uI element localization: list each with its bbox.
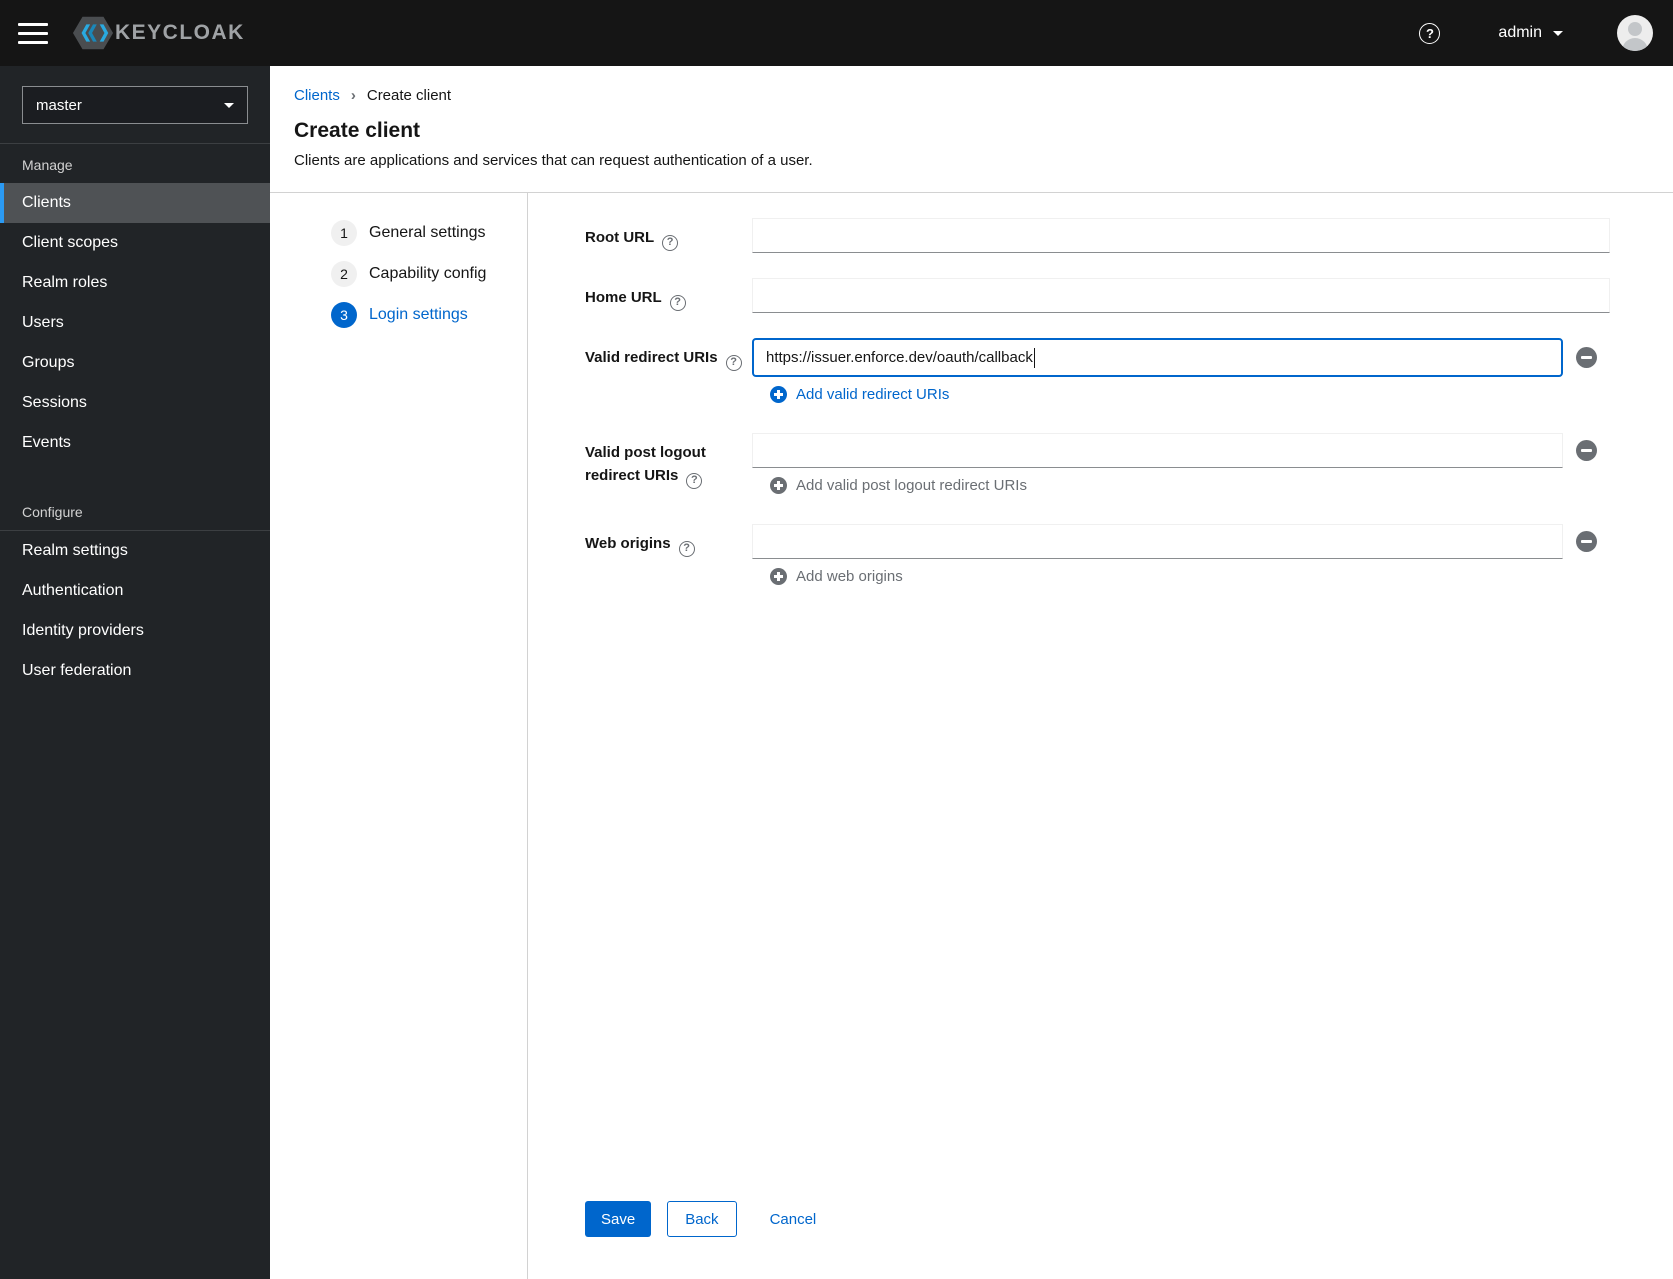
step-number: 3 — [331, 301, 357, 328]
web-origins-row: Web origins? Add web origins — [585, 524, 1610, 590]
page-header: Clients › Create client Create client Cl… — [270, 66, 1673, 169]
remove-web-origin-button[interactable] — [1576, 531, 1597, 552]
save-button[interactable]: Save — [585, 1201, 652, 1237]
sidebar-item-users[interactable]: Users — [0, 303, 270, 343]
cancel-button[interactable]: Cancel — [770, 1201, 817, 1237]
web-origins-label: Web origins? — [585, 524, 752, 590]
wizard-step-capability-config[interactable]: 2 Capability config — [270, 253, 527, 294]
sidebar-item-sessions[interactable]: Sessions — [0, 383, 270, 423]
sidebar-item-clients[interactable]: Clients — [0, 183, 270, 223]
keycloak-logo: KEYCLOAK — [72, 14, 245, 52]
wizard-step-login-settings[interactable]: 3 Login settings — [270, 294, 527, 335]
sidebar-item-authentication[interactable]: Authentication — [0, 571, 270, 611]
brand-text: KEYCLOAK — [115, 21, 245, 44]
step-label: Login settings — [369, 305, 468, 323]
masthead-toolbar: ? admin — [1419, 15, 1653, 51]
wizard-content: 1 General settings 2 Capability config 3… — [270, 193, 1673, 1279]
step-number: 2 — [331, 260, 357, 287]
text-cursor — [1033, 347, 1036, 368]
masthead: KEYCLOAK ? admin — [0, 0, 1673, 66]
web-origins-input[interactable] — [752, 524, 1563, 559]
nav-section-configure: Configure Realm settings Authentication … — [0, 491, 270, 691]
add-valid-redirect-uris-link[interactable]: Add valid redirect URIs — [770, 386, 949, 403]
sidebar-item-realm-roles[interactable]: Realm roles — [0, 263, 270, 303]
sidebar-item-user-federation[interactable]: User federation — [0, 651, 270, 691]
root-url-input[interactable] — [752, 218, 1610, 253]
step-number: 1 — [331, 219, 357, 246]
wizard-step-general-settings[interactable]: 1 General settings — [270, 212, 527, 253]
step-label: General settings — [369, 223, 486, 241]
remove-redirect-uri-button[interactable] — [1576, 347, 1597, 368]
sidebar-item-identity-providers[interactable]: Identity providers — [0, 611, 270, 651]
back-button[interactable]: Back — [667, 1201, 737, 1237]
login-settings-form: Root URL? Home URL? Valid redirect URIs … — [527, 193, 1673, 1279]
nav-section-title: Manage — [22, 157, 73, 173]
help-icon[interactable]: ? — [1419, 22, 1441, 44]
sidebar-item-groups[interactable]: Groups — [0, 343, 270, 383]
help-icon[interactable]: ? — [686, 472, 703, 489]
step-label: Capability config — [369, 264, 487, 282]
avatar-person-icon — [1628, 22, 1642, 36]
valid-redirect-uris-row: Valid redirect URIs? https://issuer.enfo… — [585, 338, 1610, 408]
home-url-input[interactable] — [752, 278, 1610, 313]
chevron-down-icon — [224, 102, 234, 108]
main-content: Clients › Create client Create client Cl… — [270, 66, 1673, 1279]
keycloak-hexagon-icon — [72, 16, 114, 50]
breadcrumb-current: Create client — [366, 87, 452, 104]
sidebar: master Manage Clients Client scopes Real… — [0, 66, 270, 1279]
root-url-row: Root URL? — [585, 218, 1610, 253]
help-icon[interactable]: ? — [669, 294, 686, 311]
avatar[interactable] — [1617, 15, 1653, 51]
remove-post-logout-uri-button[interactable] — [1576, 440, 1597, 461]
post-logout-redirect-uris-input[interactable] — [752, 433, 1563, 468]
root-url-label: Root URL? — [585, 218, 752, 253]
breadcrumb: Clients › Create client — [294, 87, 1649, 104]
valid-redirect-uris-label: Valid redirect URIs? — [585, 338, 752, 408]
sidebar-item-client-scopes[interactable]: Client scopes — [0, 223, 270, 263]
nav-section-title: Configure — [22, 504, 83, 520]
post-logout-redirect-uris-row: Valid post logout redirect URIs? Add val… — [585, 433, 1610, 499]
post-logout-redirect-uris-label: Valid post logout redirect URIs? — [585, 433, 752, 499]
plus-icon — [770, 477, 787, 494]
menu-toggle-icon[interactable] — [18, 22, 48, 44]
wizard-nav: 1 General settings 2 Capability config 3… — [270, 193, 527, 1279]
breadcrumb-separator-icon: › — [350, 87, 356, 104]
user-menu[interactable]: admin — [1498, 24, 1563, 42]
home-url-row: Home URL? — [585, 278, 1610, 313]
valid-redirect-uris-input[interactable]: https://issuer.enforce.dev/oauth/callbac… — [752, 338, 1563, 377]
sidebar-item-events[interactable]: Events — [0, 423, 270, 463]
input-value: https://issuer.enforce.dev/oauth/callbac… — [766, 349, 1033, 366]
add-post-logout-redirect-uris-link[interactable]: Add valid post logout redirect URIs — [770, 477, 1027, 494]
page-title: Create client — [294, 119, 421, 142]
home-url-label: Home URL? — [585, 278, 752, 313]
help-icon[interactable]: ? — [678, 540, 695, 557]
breadcrumb-clients-link[interactable]: Clients — [294, 87, 340, 104]
page-subtitle: Clients are applications and services th… — [294, 152, 813, 169]
chevron-down-icon — [1553, 30, 1563, 36]
realm-selector-value: master — [36, 96, 82, 114]
plus-icon — [770, 386, 787, 403]
realm-selector[interactable]: master — [22, 86, 248, 124]
plus-icon — [770, 568, 787, 585]
add-web-origins-link[interactable]: Add web origins — [770, 568, 903, 585]
sidebar-item-realm-settings[interactable]: Realm settings — [0, 531, 270, 571]
nav-section-manage: Manage Clients Client scopes Realm roles… — [0, 143, 270, 463]
username: admin — [1498, 24, 1542, 41]
help-icon[interactable]: ? — [662, 234, 679, 251]
form-actions: Save Back Cancel — [585, 1201, 1610, 1237]
help-icon[interactable]: ? — [725, 354, 742, 371]
